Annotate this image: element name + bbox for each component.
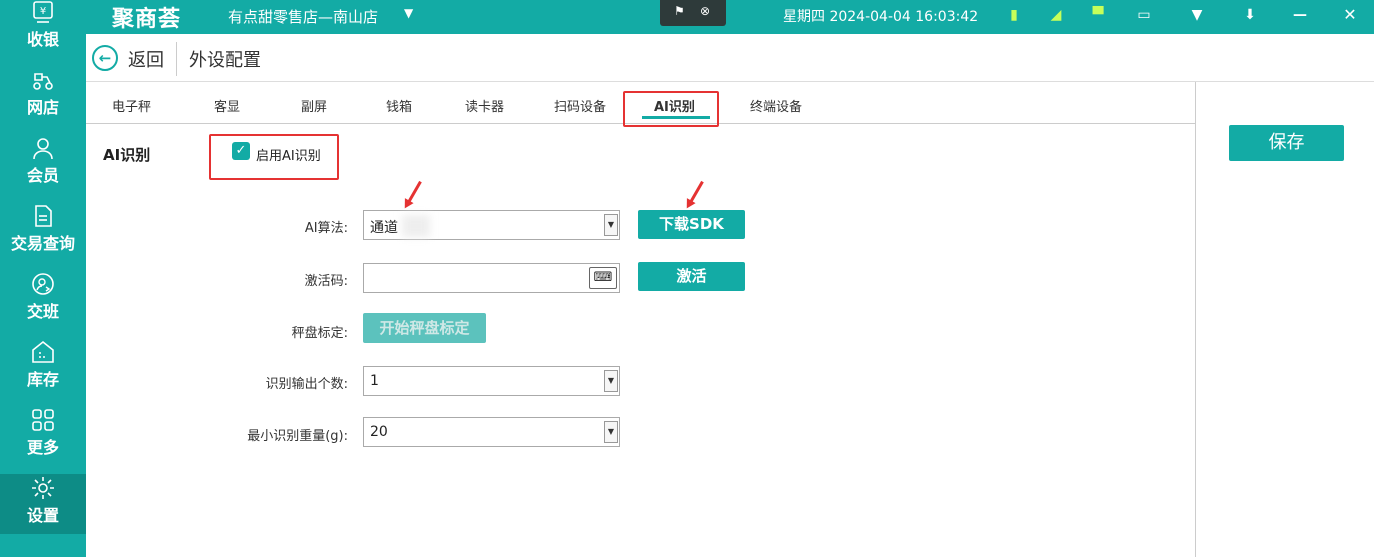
divider	[176, 42, 177, 76]
enable-ai-checkbox[interactable]: ✓	[232, 142, 250, 160]
sidebar-item-label: 会员	[26, 166, 59, 185]
highlight-box	[623, 91, 719, 127]
algorithm-label: AI算法:	[304, 221, 348, 236]
keyboard-icon[interactable]: ⌨	[589, 267, 617, 289]
wifi-icon: ◢	[1050, 7, 1062, 23]
settings-panel: 电子秤 客显 副屏 钱箱 读卡器 扫码设备 AI识别 终端设备 AI识别 ✓ 启…	[86, 82, 1196, 557]
shirt-icon[interactable]: ▼	[1187, 5, 1207, 25]
minimize-icon[interactable]: —	[1290, 5, 1310, 25]
shift-icon	[31, 272, 55, 296]
min-weight-select[interactable]: 20 ▼	[363, 417, 620, 447]
app-logo: 聚商荟	[112, 7, 182, 32]
sidebar-item-label: 网店	[26, 98, 59, 117]
grid-icon	[31, 408, 55, 432]
message-icon[interactable]: ▭	[1134, 5, 1154, 25]
sidebar-item-more[interactable]: 更多	[0, 408, 86, 476]
svg-text:¥: ¥	[40, 6, 46, 17]
flag-icon: ⚑	[674, 4, 685, 18]
member-icon	[31, 136, 55, 160]
download-icon[interactable]: ⬇	[1240, 5, 1260, 25]
start-calibration-button[interactable]: 开始秤盘标定	[363, 313, 486, 343]
sidebar-item-online-store[interactable]: 网店	[0, 68, 86, 136]
chevron-down-icon[interactable]: ▼	[404, 6, 413, 20]
tab-scale[interactable]: 电子秤	[112, 96, 151, 115]
tab-terminal[interactable]: 终端设备	[750, 96, 802, 115]
datetime: 星期四 2024-04-04 16:03:42	[783, 9, 979, 25]
close-circle-icon[interactable]: ⊗	[700, 4, 710, 18]
sidebar: ¥ 收银 网店 会员 交易查询 交班 库存 更多 设置	[0, 0, 86, 557]
tab-customer-display[interactable]: 客显	[214, 96, 240, 115]
page-title: 外设配置	[189, 50, 261, 71]
document-icon	[31, 204, 55, 228]
sidebar-item-label: 收银	[26, 30, 59, 49]
cashier-icon: ¥	[31, 0, 55, 24]
activate-button[interactable]: 激活	[638, 262, 745, 291]
save-button[interactable]: 保存	[1229, 125, 1344, 161]
output-count-select[interactable]: 1 ▼	[363, 366, 620, 396]
sidebar-item-label: 库存	[26, 370, 59, 389]
download-sdk-button[interactable]: 下载SDK	[638, 210, 745, 239]
activation-input[interactable]: ⌨	[363, 263, 620, 293]
sidebar-item-label: 更多	[26, 438, 59, 457]
back-button[interactable]: 返回	[128, 46, 164, 72]
delivery-icon	[31, 68, 55, 92]
close-icon[interactable]: ✕	[1340, 5, 1360, 25]
calibrate-label: 秤盘标定:	[291, 326, 348, 341]
sidebar-item-label: 交易查询	[10, 234, 75, 253]
min-weight-label: 最小识别重量(g):	[247, 429, 348, 444]
redacted-area	[402, 215, 430, 237]
sidebar-item-label: 设置	[26, 506, 59, 525]
dropdown-arrow-icon[interactable]: ▼	[604, 214, 618, 236]
output-count-label: 识别输出个数:	[265, 377, 348, 392]
printer-icon: ▀	[1092, 7, 1104, 23]
page-header: ← 返回 外设配置	[86, 34, 1374, 82]
store-selector[interactable]: 有点甜零售店—南山店	[228, 6, 378, 27]
warehouse-icon	[31, 340, 55, 364]
sidebar-item-inventory[interactable]: 库存	[0, 340, 86, 408]
tab-scanner[interactable]: 扫码设备	[554, 96, 606, 115]
dropdown-arrow-icon[interactable]: ▼	[604, 421, 618, 443]
sidebar-item-cashier[interactable]: ¥ 收银	[0, 0, 86, 68]
battery-icon: ▮	[1010, 7, 1018, 23]
algorithm-select[interactable]: 通道 ▼	[363, 210, 620, 240]
tab-card-reader[interactable]: 读卡器	[465, 96, 504, 115]
sidebar-item-transactions[interactable]: 交易查询	[0, 204, 86, 272]
tray-widget[interactable]: ⚑ ⊗	[660, 0, 726, 26]
sidebar-item-label: 交班	[26, 302, 59, 321]
sidebar-item-settings[interactable]: 设置	[0, 474, 86, 534]
enable-ai-label: 启用AI识别	[256, 149, 321, 164]
section-title: AI识别	[103, 146, 151, 164]
sidebar-item-shift[interactable]: 交班	[0, 272, 86, 340]
dropdown-arrow-icon[interactable]: ▼	[604, 370, 618, 392]
activation-label: 激活码:	[304, 274, 348, 289]
tab-cash-drawer[interactable]: 钱箱	[386, 96, 412, 115]
tab-secondary-screen[interactable]: 副屏	[301, 96, 327, 115]
back-arrow-icon[interactable]: ←	[92, 45, 118, 71]
sidebar-item-member[interactable]: 会员	[0, 136, 86, 204]
gear-icon	[31, 476, 55, 500]
